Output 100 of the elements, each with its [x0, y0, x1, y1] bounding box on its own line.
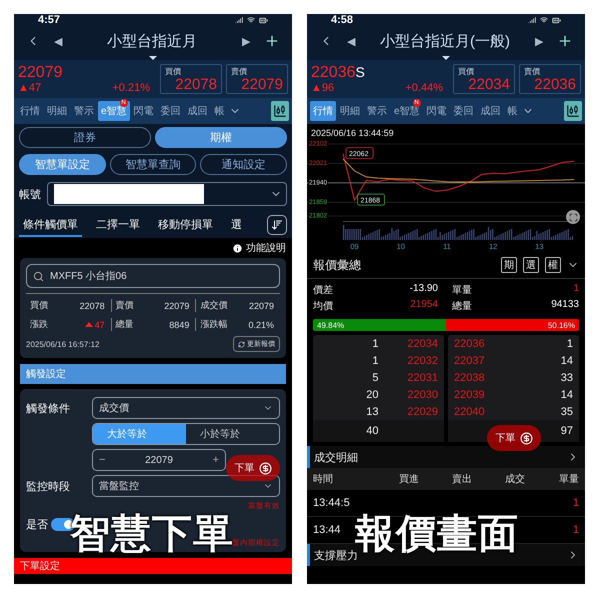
mode-toggle[interactable]: 通知設定 [200, 154, 288, 175]
price-change: ▲96 [311, 82, 334, 94]
tab[interactable]: 委回 [158, 101, 184, 121]
tab[interactable]: 警示 [71, 101, 97, 121]
bid-label: 買價 [165, 66, 182, 77]
quote-label: 買價 [30, 299, 48, 312]
tab[interactable]: 成回 [478, 101, 504, 121]
search-icon [33, 270, 44, 282]
stat-value: 94133 [551, 299, 579, 312]
bid-quantity: 20 [366, 388, 378, 400]
bid-total: 40 [366, 425, 378, 437]
quote-value: 0.21% [248, 320, 274, 330]
field-label: 是否 [26, 518, 48, 532]
buy-ratio: 49.84% [313, 319, 446, 331]
increase-button[interactable]: + [212, 454, 219, 466]
tab[interactable]: 閃電 [424, 101, 450, 121]
field-label: 觸發條件 [26, 402, 71, 416]
search-field[interactable]: MXFF5 小台指06 [26, 264, 280, 288]
tab[interactable]: 閃電 [130, 101, 157, 121]
order-type-tab[interactable]: 移動停損單 [154, 214, 217, 236]
ask-price: 22039 [454, 388, 485, 400]
previous-item-button[interactable]: ◀ [343, 34, 359, 48]
price-change: ▲47 [18, 82, 42, 94]
candlestick-icon [273, 104, 287, 118]
quote-label: 賣價 [116, 299, 134, 312]
ask-total: 97 [560, 425, 573, 437]
mode-toggle[interactable]: 智慧單查詢 [110, 154, 196, 175]
fullscreen-icon [568, 212, 578, 222]
price-value: 22079 [145, 454, 173, 466]
signal-icon [528, 16, 536, 24]
next-item-button[interactable]: ▶ [531, 34, 547, 48]
field-label: 監控時段 [26, 480, 71, 494]
condition-select[interactable]: 成交價 [92, 397, 280, 419]
summary-title: 報價彙總 [313, 256, 362, 274]
wifi-icon [247, 16, 255, 24]
previous-item-button[interactable]: ◀ [50, 34, 66, 48]
instrument-title: 小型台指近月 [106, 32, 198, 50]
ask-label: 賣價 [231, 66, 248, 77]
order-type-tab[interactable]: 二擇一單 [92, 214, 144, 236]
ask-quantity: 1 [566, 338, 573, 350]
section-header: 觸發設定 [20, 364, 286, 384]
market-toggle[interactable]: 證券 [19, 127, 151, 148]
candlestick-chart-button[interactable] [271, 101, 289, 121]
ask-quantity: 35 [560, 406, 573, 418]
filter-button[interactable]: 權 [545, 257, 561, 273]
filter-button[interactable]: 選 [523, 257, 539, 273]
stat-label: 單量 [451, 284, 473, 297]
ask-label: 賣價 [524, 66, 541, 77]
signal-icon [235, 16, 243, 24]
tab[interactable]: 明細 [337, 101, 363, 121]
floating-order-button[interactable]: 下單 [226, 455, 280, 481]
order-type-tab[interactable]: 選 [227, 214, 246, 236]
trade-time: 13:44:5 [313, 497, 350, 509]
wifi-icon [540, 16, 548, 24]
info-icon [232, 242, 243, 254]
status-time: 4:57 [38, 14, 60, 26]
tab[interactable]: 成回 [184, 101, 211, 121]
bid-price: 22034 [407, 338, 438, 350]
filter-button[interactable]: 期 [501, 257, 517, 273]
tab[interactable]: 委回 [450, 101, 477, 121]
quote-label: 總量 [116, 318, 134, 331]
sort-button[interactable] [267, 215, 287, 235]
tab[interactable]: 行情 [17, 101, 43, 121]
stat-value: -13.90 [410, 283, 438, 296]
tab[interactable]: 帳 [212, 101, 228, 121]
tab[interactable]: 警示 [364, 101, 390, 121]
bid-quantity: 1 [372, 354, 378, 366]
bid-quantity: 5 [372, 372, 378, 384]
trade-quantity: 1 [572, 524, 579, 536]
stat-label: 價差 [313, 284, 334, 297]
fullscreen-button[interactable] [566, 210, 580, 224]
ask-quantity: 33 [560, 372, 573, 384]
tab[interactable]: 明細 [44, 101, 70, 121]
bid-value: 22078 [174, 77, 217, 93]
quote-value: 22079 [248, 300, 274, 310]
bid-price: 22032 [407, 354, 438, 366]
next-item-button[interactable]: ▶ [238, 34, 254, 48]
column-header: 時間 [313, 472, 334, 486]
dollar-icon [258, 462, 272, 474]
order-type-tab[interactable]: 條件觸價單 [19, 214, 82, 236]
tab[interactable]: 帳 [504, 101, 521, 121]
help-link[interactable]: 功能說明 [232, 241, 286, 255]
floating-order-button[interactable]: 下單 [487, 425, 541, 451]
refresh-icon [238, 340, 245, 348]
last-price: 22079 [18, 64, 64, 82]
change-percent: +0.44% [405, 82, 443, 94]
ask-value: 22079 [240, 77, 283, 93]
comparator-option[interactable]: 小於等於 [186, 424, 279, 444]
price-stepper[interactable]: − 22079 + [92, 449, 226, 471]
bid-price: 22031 [407, 372, 438, 384]
candlestick-chart-button[interactable] [564, 101, 582, 121]
ask-quantity: 14 [560, 354, 573, 366]
decrease-button[interactable]: − [99, 454, 106, 466]
battery-icon [259, 16, 268, 24]
bid-value: 22034 [467, 77, 510, 93]
trades-section-header[interactable]: 成交明細 [307, 446, 585, 468]
instrument-title: 小型台指近月(一般) [379, 32, 511, 50]
account-select[interactable] [47, 182, 287, 206]
stat-value: 1 [573, 283, 579, 296]
sell-ratio: 50.16% [446, 319, 579, 331]
